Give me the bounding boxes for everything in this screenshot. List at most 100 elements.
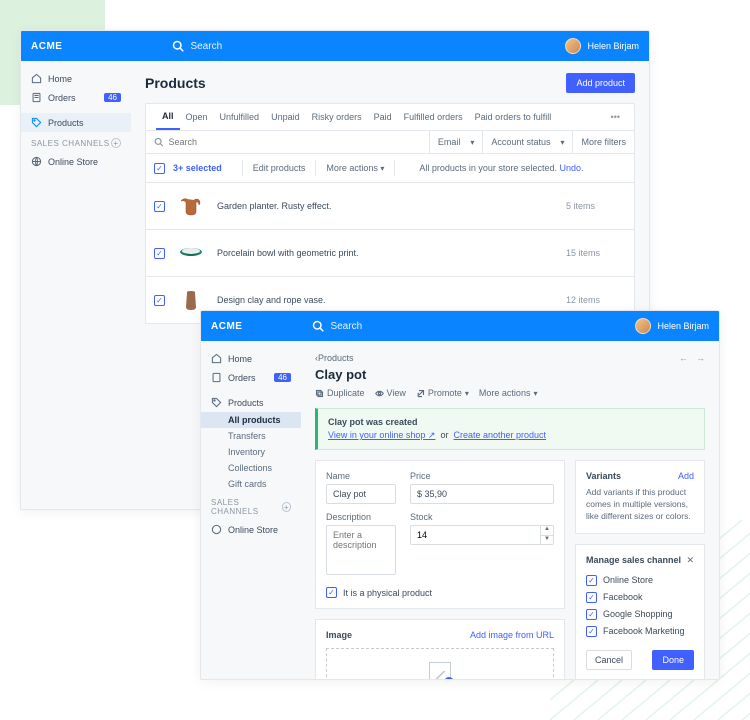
cancel-button[interactable]: Cancel bbox=[586, 650, 632, 670]
topbar: ACME Helen Birjam bbox=[21, 31, 649, 61]
sidebar-home[interactable]: Home bbox=[21, 69, 131, 88]
selected-count: 3+ selected bbox=[173, 163, 222, 173]
tab-risky[interactable]: Risky orders bbox=[306, 105, 368, 129]
search-icon bbox=[154, 137, 163, 147]
price-input[interactable] bbox=[410, 484, 554, 504]
channel-item[interactable]: Online Store bbox=[586, 572, 694, 589]
page-title: Clay pot bbox=[315, 367, 705, 382]
avatar[interactable] bbox=[565, 38, 581, 54]
tab-unpaid[interactable]: Unpaid bbox=[265, 105, 306, 129]
global-search[interactable] bbox=[312, 320, 635, 332]
product-name: Porcelain bowl with geometric print. bbox=[217, 248, 566, 258]
filter-account-status[interactable]: Account status▾ bbox=[483, 131, 573, 153]
sales-channel-card: Manage sales channel ✕ Online Store Face… bbox=[575, 544, 705, 679]
product-count: 12 items bbox=[566, 295, 626, 305]
username[interactable]: Helen Birjam bbox=[657, 321, 709, 331]
sidebar-products[interactable]: Products bbox=[21, 113, 131, 132]
channel-item[interactable]: Facebook bbox=[586, 589, 694, 606]
product-name: Design clay and rope vase. bbox=[217, 295, 566, 305]
price-label: Price bbox=[410, 471, 554, 481]
search-input[interactable] bbox=[190, 41, 310, 52]
sidebar-gift-cards[interactable]: Gift cards bbox=[201, 476, 301, 492]
sidebar: Home Orders 46 Products All products Tra… bbox=[201, 341, 301, 679]
search-input[interactable] bbox=[330, 321, 450, 332]
duplicate-button[interactable]: Duplicate bbox=[315, 388, 365, 398]
product-name: Garden planter. Rusty effect. bbox=[217, 201, 566, 211]
edit-products-button[interactable]: Edit products bbox=[253, 163, 306, 173]
stock-stepper[interactable]: ▲▼ bbox=[410, 525, 554, 545]
filter-row: Email▾ Account status▾ More filters bbox=[146, 131, 634, 154]
image-card: Image Add image from URL + bbox=[315, 619, 565, 679]
stock-input[interactable] bbox=[410, 525, 540, 545]
more-actions-button[interactable]: More actions ▾ bbox=[326, 163, 384, 173]
prev-button[interactable]: ← bbox=[679, 353, 688, 363]
tab-open[interactable]: Open bbox=[180, 105, 214, 129]
add-variant-link[interactable]: Add bbox=[678, 471, 694, 481]
done-button[interactable]: Done bbox=[652, 650, 694, 670]
search-icon bbox=[312, 320, 324, 332]
sidebar-home[interactable]: Home bbox=[201, 349, 301, 368]
add-image-url-link[interactable]: Add image from URL bbox=[470, 630, 554, 640]
view-shop-link[interactable]: View in your online shop ↗ bbox=[328, 430, 435, 440]
home-icon bbox=[31, 73, 42, 84]
tab-paid[interactable]: Paid bbox=[368, 105, 398, 129]
page-actions: Duplicate View Promote ▾ More actions ▾ bbox=[315, 388, 705, 398]
more-actions-button[interactable]: More actions ▾ bbox=[479, 388, 538, 398]
username[interactable]: Helen Birjam bbox=[587, 41, 639, 51]
sidebar-all-products[interactable]: All products bbox=[201, 412, 301, 428]
sidebar-orders[interactable]: Orders 46 bbox=[21, 88, 131, 107]
chevron-down-icon: ▾ bbox=[560, 138, 564, 147]
name-input[interactable] bbox=[326, 484, 396, 504]
tab-all[interactable]: All bbox=[156, 104, 180, 130]
close-icon[interactable]: ✕ bbox=[686, 555, 694, 566]
description-input[interactable] bbox=[326, 525, 396, 575]
channel-item[interactable]: Facebook Marketing bbox=[586, 623, 694, 640]
channel-checkbox[interactable] bbox=[586, 575, 597, 586]
sidebar-transfers[interactable]: Transfers bbox=[201, 428, 301, 444]
sidebar-products[interactable]: Products bbox=[201, 393, 301, 412]
product-row[interactable]: Garden planter. Rusty effect. 5 items bbox=[146, 183, 634, 230]
tabs-more-icon[interactable]: ••• bbox=[607, 108, 624, 126]
create-another-link[interactable]: Create another product bbox=[454, 430, 547, 440]
stepper-down-icon[interactable]: ▼ bbox=[541, 536, 553, 545]
image-dropzone[interactable]: + bbox=[326, 648, 554, 679]
orders-icon bbox=[31, 92, 42, 103]
filter-more[interactable]: More filters bbox=[573, 131, 634, 153]
view-button[interactable]: View bbox=[375, 388, 406, 398]
add-channel-icon[interactable]: + bbox=[111, 138, 121, 148]
sidebar-online-store[interactable]: Online Store bbox=[21, 152, 131, 171]
physical-product-checkbox[interactable] bbox=[326, 587, 337, 598]
select-all-checkbox[interactable] bbox=[154, 163, 165, 174]
channel-checkbox[interactable] bbox=[586, 592, 597, 603]
tab-fulfilled[interactable]: Fulfilled orders bbox=[398, 105, 469, 129]
product-row[interactable]: Porcelain bowl with geometric print. 15 … bbox=[146, 230, 634, 277]
filter-email[interactable]: Email▾ bbox=[430, 131, 484, 153]
add-product-button[interactable]: Add product bbox=[566, 73, 635, 93]
global-search[interactable] bbox=[172, 40, 565, 52]
row-checkbox[interactable] bbox=[154, 295, 165, 306]
table-search-input[interactable] bbox=[168, 137, 420, 147]
home-icon bbox=[211, 353, 222, 364]
tab-unfulfilled[interactable]: Unfulfilled bbox=[214, 105, 266, 129]
search-icon bbox=[172, 40, 184, 52]
channel-item[interactable]: Google Shopping bbox=[586, 606, 694, 623]
sidebar-inventory[interactable]: Inventory bbox=[201, 444, 301, 460]
sidebar-collections[interactable]: Collections bbox=[201, 460, 301, 476]
sidebar-online-store[interactable]: Online Store bbox=[201, 520, 301, 539]
physical-product-label: It is a physical product bbox=[343, 588, 432, 598]
promote-button[interactable]: Promote ▾ bbox=[416, 388, 469, 398]
row-checkbox[interactable] bbox=[154, 201, 165, 212]
table-search[interactable] bbox=[146, 131, 430, 153]
stepper-up-icon[interactable]: ▲ bbox=[541, 526, 553, 536]
channel-checkbox[interactable] bbox=[586, 609, 597, 620]
sidebar-orders[interactable]: Orders 46 bbox=[201, 368, 301, 387]
channel-checkbox[interactable] bbox=[586, 626, 597, 637]
tab-paid-to-fulfill[interactable]: Paid orders to fulfill bbox=[469, 105, 558, 129]
avatar[interactable] bbox=[635, 318, 651, 334]
breadcrumb-back[interactable]: ‹ Products bbox=[315, 353, 354, 363]
next-button[interactable]: → bbox=[696, 353, 705, 363]
name-label: Name bbox=[326, 471, 396, 481]
undo-link[interactable]: Undo. bbox=[559, 163, 583, 173]
add-channel-icon[interactable]: + bbox=[282, 502, 291, 512]
row-checkbox[interactable] bbox=[154, 248, 165, 259]
